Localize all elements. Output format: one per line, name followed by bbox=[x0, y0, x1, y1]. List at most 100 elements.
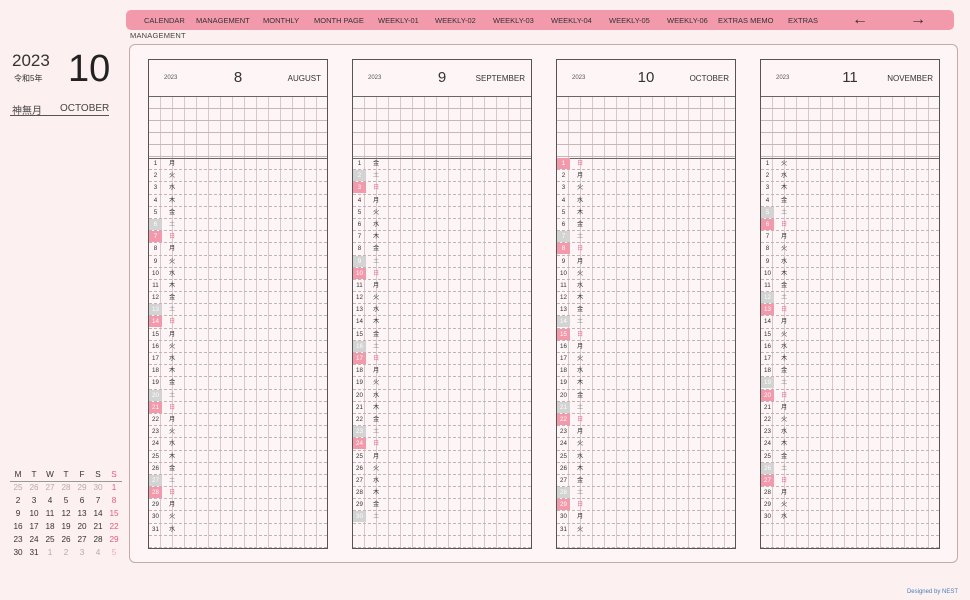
mini-calendar-day[interactable]: 8 bbox=[106, 494, 122, 507]
mini-calendar-day[interactable]: 22 bbox=[106, 520, 122, 533]
day-row[interactable]: 23 水 bbox=[761, 426, 939, 439]
day-row[interactable]: 23 火 bbox=[149, 426, 327, 439]
day-row[interactable]: 2月 bbox=[557, 170, 735, 183]
mini-calendar-day[interactable]: 17 bbox=[26, 520, 42, 533]
day-row[interactable]: 5火 bbox=[353, 207, 531, 219]
nav-calendar[interactable]: CALENDAR bbox=[144, 16, 185, 25]
nav-weekly-01[interactable]: WEEKLY-01 bbox=[378, 16, 419, 25]
mini-calendar-day[interactable]: 31 bbox=[26, 546, 42, 559]
nav-management[interactable]: MANAGEMENT bbox=[196, 16, 250, 25]
mini-calendar-day[interactable]: 27 bbox=[42, 481, 58, 494]
day-row[interactable]: 24 水 bbox=[149, 438, 327, 451]
day-row[interactable]: 9土 bbox=[353, 255, 531, 268]
day-row[interactable]: 13 土 bbox=[149, 304, 327, 317]
day-row[interactable]: 23 土 bbox=[353, 426, 531, 439]
mini-calendar-day[interactable]: 19 bbox=[58, 520, 74, 533]
day-row[interactable]: 13 日 bbox=[761, 304, 939, 317]
mini-calendar-day[interactable]: 14 bbox=[90, 507, 106, 520]
mini-calendar-day[interactable]: 21 bbox=[90, 520, 106, 533]
mini-calendar-day[interactable]: 15 bbox=[106, 507, 122, 520]
day-row[interactable]: 16 火 bbox=[149, 341, 327, 353]
day-row[interactable]: 22 金 bbox=[353, 414, 531, 427]
day-row[interactable]: 10 日 bbox=[353, 267, 531, 280]
mini-calendar-day[interactable]: 10 bbox=[26, 507, 42, 520]
day-row[interactable]: 11 水 bbox=[557, 280, 735, 293]
month-notes-area[interactable] bbox=[761, 97, 939, 158]
day-row[interactable]: 9火 bbox=[149, 256, 327, 268]
day-row[interactable]: 14 月 bbox=[761, 316, 939, 329]
month-notes-area[interactable] bbox=[149, 97, 327, 158]
day-row[interactable]: 31 火 bbox=[557, 524, 735, 536]
mini-calendar-day[interactable]: 3 bbox=[26, 494, 42, 507]
day-row[interactable]: 25 金 bbox=[761, 451, 939, 463]
mini-calendar-day[interactable]: 3 bbox=[74, 546, 90, 559]
day-row[interactable]: 26 木 bbox=[557, 463, 735, 475]
day-row[interactable]: 2水 bbox=[761, 170, 939, 183]
month-notes-area[interactable] bbox=[557, 97, 735, 158]
nav-extras-memo[interactable]: EXTRAS MEMO bbox=[718, 16, 773, 25]
mini-calendar-day[interactable]: 28 bbox=[90, 533, 106, 546]
nav-monthly[interactable]: MONTHLY bbox=[263, 16, 299, 25]
day-row[interactable]: 24 日 bbox=[353, 438, 531, 451]
day-row[interactable]: 29 火 bbox=[761, 499, 939, 512]
day-row[interactable]: 8日 bbox=[557, 243, 735, 256]
day-row[interactable]: 18 金 bbox=[761, 365, 939, 378]
day-row[interactable]: 10 火 bbox=[557, 268, 735, 280]
day-row[interactable]: 26 金 bbox=[149, 463, 327, 475]
day-row[interactable]: 21 月 bbox=[761, 402, 939, 414]
day-row[interactable]: 23 月 bbox=[557, 426, 735, 439]
day-row[interactable]: 15 金 bbox=[353, 329, 531, 341]
mini-calendar-day[interactable]: 2 bbox=[58, 546, 74, 559]
nav-month-page[interactable]: MONTH PAGE bbox=[314, 16, 364, 25]
day-row[interactable]: 8火 bbox=[761, 243, 939, 256]
day-row[interactable]: 9水 bbox=[761, 256, 939, 268]
day-row[interactable]: 22 月 bbox=[149, 414, 327, 427]
day-row[interactable]: 7土 bbox=[557, 231, 735, 244]
day-row[interactable]: 7日 bbox=[149, 231, 327, 244]
day-row[interactable]: 2土 bbox=[353, 170, 531, 183]
day-row[interactable]: 30 水 bbox=[761, 511, 939, 524]
mini-calendar-day[interactable]: 25 bbox=[42, 533, 58, 546]
day-row[interactable] bbox=[149, 536, 327, 548]
day-row[interactable]: 21 日 bbox=[149, 401, 327, 414]
nav-weekly-05[interactable]: WEEKLY-05 bbox=[609, 16, 650, 25]
day-row[interactable]: 1日 bbox=[557, 158, 735, 171]
mini-calendar-day[interactable]: 4 bbox=[90, 546, 106, 559]
day-row[interactable]: 31 水 bbox=[149, 524, 327, 536]
day-row[interactable]: 22 日 bbox=[557, 413, 735, 427]
mini-calendar-day[interactable]: 16 bbox=[10, 520, 26, 533]
day-row[interactable] bbox=[761, 536, 939, 548]
day-row[interactable]: 8金 bbox=[353, 243, 531, 256]
mini-calendar-day[interactable]: 9 bbox=[10, 507, 26, 520]
day-row[interactable]: 16 土 bbox=[353, 340, 531, 353]
mini-calendar-day[interactable]: 29 bbox=[74, 481, 90, 494]
mini-calendar-day[interactable]: 1 bbox=[106, 481, 122, 494]
day-row[interactable]: 12 木 bbox=[557, 292, 735, 305]
mini-calendar-day[interactable]: 2 bbox=[10, 494, 26, 507]
mini-calendar-day[interactable]: 26 bbox=[26, 481, 42, 494]
day-row[interactable] bbox=[557, 536, 735, 548]
day-row[interactable]: 17 水 bbox=[149, 353, 327, 366]
mini-calendar-day[interactable]: 7 bbox=[90, 494, 106, 507]
day-row[interactable]: 4水 bbox=[557, 195, 735, 207]
day-row[interactable]: 26 火 bbox=[353, 463, 531, 475]
day-row[interactable]: 10 水 bbox=[149, 268, 327, 280]
day-row[interactable]: 14 土 bbox=[557, 316, 735, 329]
mini-calendar-day[interactable]: 25 bbox=[10, 481, 26, 494]
day-row[interactable]: 15 日 bbox=[557, 328, 735, 341]
mini-calendar-day[interactable]: 29 bbox=[106, 533, 122, 546]
day-row[interactable]: 15 月 bbox=[149, 329, 327, 341]
day-row[interactable]: 17 木 bbox=[761, 353, 939, 366]
mini-calendar-day[interactable]: 30 bbox=[90, 481, 106, 494]
day-row[interactable]: 6土 bbox=[149, 218, 327, 232]
day-row[interactable]: 24 火 bbox=[557, 438, 735, 451]
day-row[interactable]: 25 木 bbox=[149, 451, 327, 463]
day-row[interactable]: 25 月 bbox=[353, 451, 531, 463]
day-row[interactable]: 20 金 bbox=[557, 390, 735, 402]
day-row[interactable]: 21 土 bbox=[557, 401, 735, 414]
mini-calendar-day[interactable]: 11 bbox=[42, 507, 58, 520]
mini-calendar-day[interactable]: 28 bbox=[58, 481, 74, 494]
day-row[interactable]: 18 水 bbox=[557, 365, 735, 378]
day-row[interactable]: 5土 bbox=[761, 206, 939, 219]
day-row[interactable]: 18 木 bbox=[149, 365, 327, 378]
